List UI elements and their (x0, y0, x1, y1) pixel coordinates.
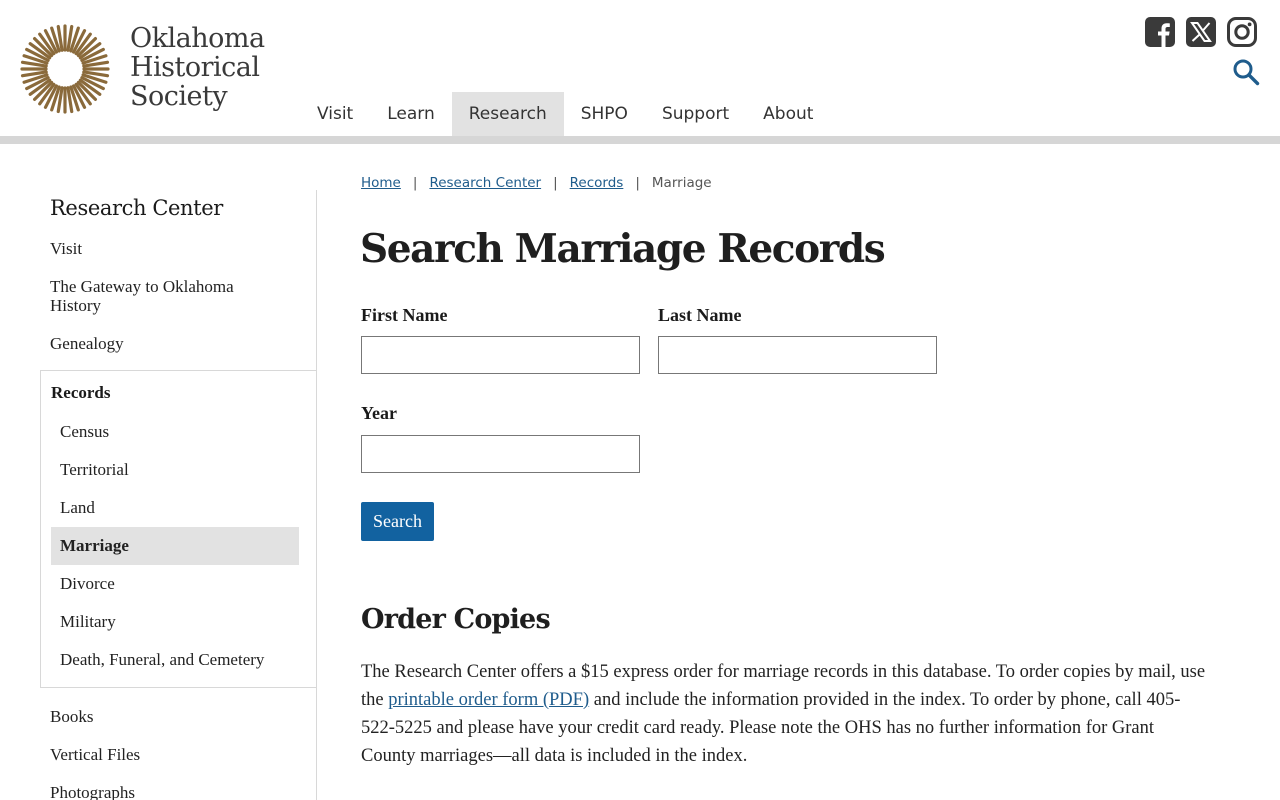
sidebar-subitem-divorce[interactable]: Divorce (51, 565, 299, 603)
logo-line-2: Historical (130, 52, 260, 83)
facebook-icon[interactable] (1144, 16, 1176, 48)
breadcrumb-separator: | (553, 175, 558, 191)
sidebar-item-records[interactable]: Records (51, 383, 110, 403)
sidebar-item-visit[interactable]: Visit (50, 239, 280, 258)
social-links (1144, 16, 1258, 48)
order-copies-heading: Order Copies (361, 604, 551, 635)
nav-research[interactable]: Research (451, 92, 564, 136)
breadcrumb-current: Marriage (651, 175, 712, 191)
header-divider (0, 136, 1280, 144)
logo-wordmark: Oklahoma Historical Society (130, 24, 265, 111)
first-name-input[interactable] (361, 336, 640, 374)
nav-visit[interactable]: Visit (300, 92, 370, 136)
sidebar-item-genealogy[interactable]: Genealogy (50, 334, 280, 353)
breadcrumb-records[interactable]: Records (570, 175, 624, 191)
site-header: Oklahoma Historical Society Visit Learn … (0, 0, 1280, 136)
sidebar-item-photographs[interactable]: Photographs (50, 783, 280, 800)
search-button[interactable]: Search (361, 502, 434, 541)
sidebar-title[interactable]: Research Center (50, 196, 223, 220)
order-form-link[interactable]: printable order form (PDF) (388, 690, 589, 710)
sidebar-records-group: Records Census Territorial Land Marriage… (40, 370, 316, 688)
sidebar-subitem-census[interactable]: Census (51, 413, 299, 451)
sidebar-item-gateway[interactable]: The Gateway to Oklahoma History (50, 277, 280, 315)
sidebar-item-vertical-files[interactable]: Vertical Files (50, 745, 280, 764)
instagram-icon[interactable] (1226, 16, 1258, 48)
first-name-label: First Name (361, 305, 448, 325)
breadcrumb-research-center[interactable]: Research Center (429, 175, 541, 191)
breadcrumb-separator: | (635, 175, 640, 191)
main-nav: Visit Learn Research SHPO Support About (300, 92, 830, 136)
sidebar-subitem-marriage[interactable]: Marriage (51, 527, 299, 565)
sidebar-subitem-death-funeral-cemetery[interactable]: Death, Funeral, and Cemetery (51, 641, 299, 679)
year-input[interactable] (361, 435, 640, 473)
ohs-logo[interactable]: Oklahoma Historical Society (20, 24, 280, 120)
year-label: Year (361, 403, 397, 423)
sidebar-subitem-land[interactable]: Land (51, 489, 299, 527)
nav-about[interactable]: About (746, 92, 830, 136)
nav-learn[interactable]: Learn (370, 92, 452, 136)
sidebar-item-books[interactable]: Books (50, 707, 280, 726)
search-icon[interactable] (1232, 58, 1260, 86)
page-title: Search Marriage Records (360, 226, 886, 272)
breadcrumb: Home | Research Center | Records | Marri… (361, 175, 712, 191)
nav-shpo[interactable]: SHPO (564, 92, 645, 136)
sidebar-subitem-territorial[interactable]: Territorial (51, 451, 299, 489)
sunburst-logo-icon (20, 24, 110, 114)
logo-line-1: Oklahoma (130, 23, 265, 54)
logo-line-3: Society (130, 81, 228, 112)
last-name-input[interactable] (658, 336, 937, 374)
sidebar-subitem-military[interactable]: Military (51, 603, 299, 641)
last-name-label: Last Name (658, 305, 742, 325)
nav-support[interactable]: Support (645, 92, 746, 136)
order-copies-text: The Research Center offers a $15 express… (361, 658, 1211, 770)
breadcrumb-home[interactable]: Home (361, 175, 401, 191)
sidebar-nav: Research Center Visit The Gateway to Okl… (40, 190, 317, 800)
breadcrumb-separator: | (412, 175, 418, 191)
x-icon[interactable] (1185, 16, 1217, 48)
